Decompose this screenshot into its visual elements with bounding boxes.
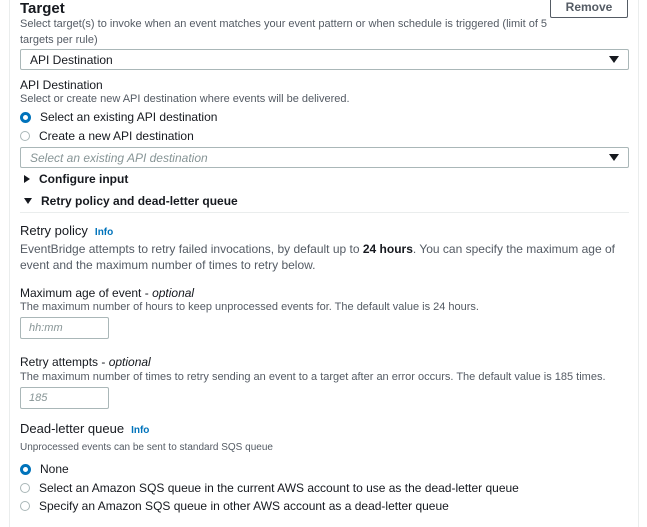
panel-right-border	[638, 0, 639, 527]
max-age-optional: optional	[152, 286, 195, 300]
radio-checked-icon[interactable]	[20, 111, 31, 123]
radio-unchecked-icon[interactable]	[20, 131, 30, 141]
retry-attempts-placeholder: 185	[29, 392, 48, 404]
radio-label: Specify an Amazon SQS queue in other AWS…	[39, 499, 449, 513]
api-destination-description: Select or create new API destination whe…	[20, 93, 350, 105]
max-age-label-text: Maximum age of event -	[20, 286, 153, 300]
retry-policy-desc-bold: 24 hours	[362, 242, 413, 256]
caret-right-icon	[24, 175, 30, 183]
max-age-description: The maximum number of hours to keep unpr…	[20, 301, 479, 313]
dlq-info-link[interactable]: Info	[131, 425, 149, 436]
radio-label: Select an Amazon SQS queue in the curren…	[39, 481, 519, 495]
retry-policy-description: EventBridge attempts to retry failed inv…	[20, 241, 632, 273]
retry-attempts-optional: optional	[108, 355, 151, 369]
radio-label: Select an existing API destination	[40, 110, 218, 124]
radio-dlq-current-account[interactable]: Select an Amazon SQS queue in the curren…	[20, 481, 519, 495]
caret-down-icon	[609, 154, 619, 161]
radio-select-existing-api-destination[interactable]: Select an existing API destination	[20, 110, 217, 124]
retry-attempts-input[interactable]: 185	[20, 387, 109, 409]
retry-policy-desc-prefix: EventBridge attempts to retry failed inv…	[20, 242, 363, 256]
radio-label: None	[40, 462, 69, 476]
caret-down-icon	[24, 198, 32, 204]
retry-policy-title: Retry policy Info	[20, 223, 113, 238]
max-age-input[interactable]: hh:mm	[20, 317, 109, 339]
divider	[20, 212, 629, 213]
retry-policy-info-link[interactable]: Info	[95, 227, 113, 238]
retry-dlq-expander[interactable]: Retry policy and dead-letter queue	[24, 194, 238, 208]
max-age-label: Maximum age of event - optional	[20, 286, 194, 300]
configure-input-expander[interactable]: Configure input	[24, 172, 128, 186]
radio-create-new-api-destination[interactable]: Create a new API destination	[20, 129, 194, 143]
retry-attempts-description: The maximum number of times to retry sen…	[20, 371, 606, 383]
target-type-select[interactable]: API Destination	[20, 49, 629, 70]
retry-dlq-label: Retry policy and dead-letter queue	[41, 194, 238, 208]
retry-attempts-label-text: Retry attempts -	[20, 355, 109, 369]
retry-policy-title-text: Retry policy	[20, 223, 88, 238]
radio-unchecked-icon[interactable]	[20, 501, 30, 511]
caret-down-icon	[609, 56, 619, 63]
radio-dlq-other-account[interactable]: Specify an Amazon SQS queue in other AWS…	[20, 499, 449, 513]
radio-label: Create a new API destination	[39, 129, 194, 143]
remove-button[interactable]: Remove	[550, 0, 628, 18]
target-type-value: API Destination	[30, 52, 113, 67]
radio-unchecked-icon[interactable]	[20, 483, 30, 493]
configure-input-label: Configure input	[39, 172, 129, 186]
max-age-placeholder: hh:mm	[29, 322, 63, 334]
radio-checked-icon[interactable]	[20, 463, 31, 475]
dlq-description: Unprocessed events can be sent to standa…	[20, 442, 273, 453]
target-title: Target	[20, 0, 65, 17]
dlq-title: Dead-letter queue Info	[20, 421, 149, 436]
api-destination-label: API Destination	[20, 78, 103, 92]
target-description: Select target(s) to invoke when an event…	[20, 18, 548, 46]
api-destination-placeholder: Select an existing API destination	[30, 150, 208, 165]
dlq-title-text: Dead-letter queue	[20, 421, 125, 436]
retry-attempts-label: Retry attempts - optional	[20, 355, 151, 369]
panel-left-border	[9, 0, 10, 527]
radio-dlq-none[interactable]: None	[20, 462, 69, 476]
api-destination-select[interactable]: Select an existing API destination	[20, 147, 629, 168]
